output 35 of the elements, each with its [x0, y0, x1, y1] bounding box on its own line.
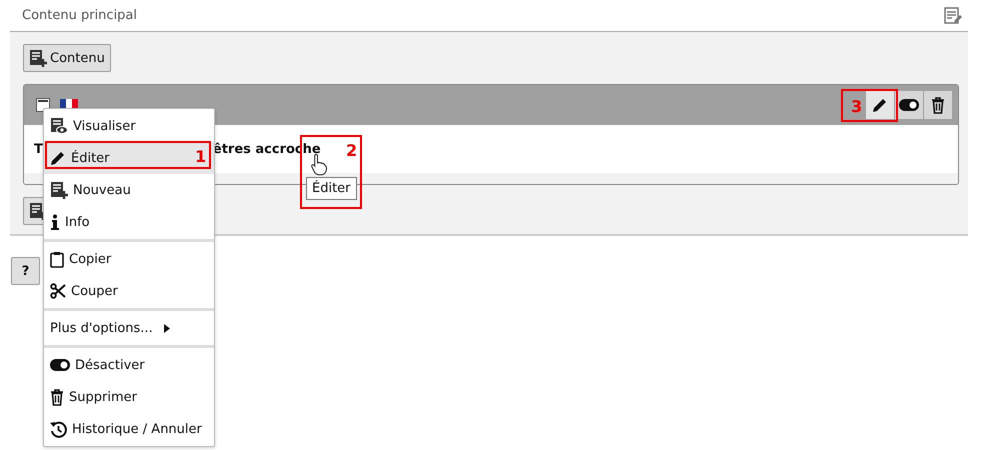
trash-icon	[931, 96, 945, 114]
annotation-number: 3	[851, 97, 862, 116]
delete-button[interactable]	[924, 91, 952, 119]
toggle-button[interactable]	[895, 91, 923, 119]
scissors-icon	[50, 283, 66, 299]
add-content-button[interactable]: Contenu	[23, 44, 111, 72]
pencil-icon	[872, 97, 888, 113]
history-icon	[50, 420, 67, 438]
menu-item[interactable]: Couper	[44, 275, 214, 307]
toggle-icon	[50, 359, 70, 371]
menu-item[interactable]: Désactiver	[44, 349, 214, 381]
add-content-icon	[50, 181, 68, 199]
trash-icon	[50, 388, 64, 406]
menu-item[interactable]: Copier	[44, 243, 214, 275]
clipboard-icon	[50, 250, 64, 268]
menu-item[interactable]: Info	[44, 206, 214, 238]
help-button[interactable]: ?	[11, 257, 40, 285]
record-title: T	[34, 142, 43, 156]
edit-page-icon[interactable]	[944, 6, 962, 24]
toggle-icon	[899, 99, 919, 111]
info-icon	[50, 214, 60, 230]
preview-icon	[50, 117, 68, 135]
edit-button[interactable]	[866, 91, 894, 119]
menu-item[interactable]: Nouveau	[44, 174, 214, 206]
menu-item[interactable]: Supprimer	[44, 381, 214, 413]
menu-item[interactable]: Visualiser	[44, 110, 214, 142]
submenu-arrow-icon	[164, 324, 170, 332]
add-content-icon	[29, 49, 47, 67]
menu-item[interactable]: Plus d'options...	[44, 312, 214, 344]
menu-item[interactable]: Historique / Annuler	[44, 413, 214, 445]
tooltip: Éditer	[306, 177, 357, 200]
annotation-number: 1	[195, 147, 206, 166]
pencil-icon	[50, 150, 66, 166]
section-title: Contenu principal	[22, 8, 138, 23]
annotation-number: 2	[346, 141, 358, 160]
